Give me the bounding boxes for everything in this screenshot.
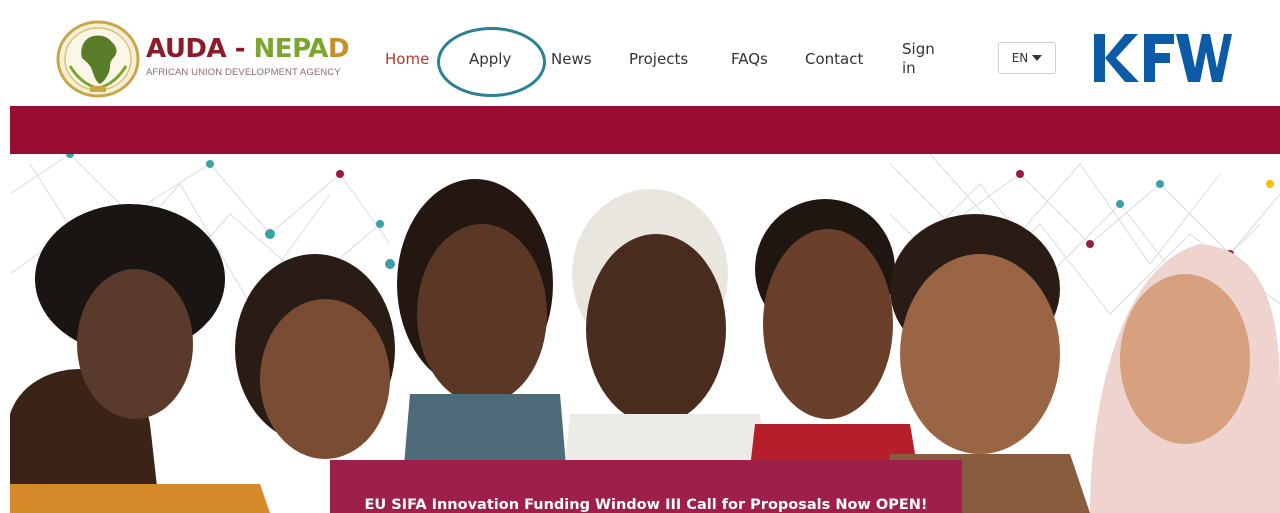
logo-title-separator: - — [226, 34, 254, 64]
banner-text: EU SIFA Innovation Funding Window III Ca… — [364, 497, 928, 513]
nav-apply[interactable]: Apply — [469, 50, 511, 68]
language-selector[interactable]: EN — [998, 42, 1056, 74]
language-selected: EN — [1011, 51, 1029, 65]
nav-home[interactable]: Home — [385, 50, 429, 68]
african-union-emblem-icon — [56, 20, 140, 98]
auda-nepad-logo[interactable]: AUDA - NEPAD AFRICAN UNION DEVELOPMENT A… — [56, 20, 366, 98]
nav-faqs[interactable]: FAQs — [731, 50, 768, 68]
kfw-logo-icon[interactable] — [1092, 28, 1232, 88]
nav-sign-in[interactable]: Sign in — [902, 40, 942, 78]
red-banner-band — [10, 106, 1280, 154]
nav-news[interactable]: News — [551, 50, 592, 68]
logo-title-nepa: NEPA — [253, 34, 329, 64]
logo-title-nepad: NEPAD — [253, 34, 350, 64]
nav-contact[interactable]: Contact — [805, 50, 863, 68]
chevron-down-icon — [1032, 55, 1043, 61]
logo-title: AUDA - NEPAD — [146, 34, 349, 64]
call-for-proposals-banner[interactable]: EU SIFA Innovation Funding Window III Ca… — [330, 460, 962, 513]
logo-title-d: D — [327, 34, 350, 64]
nav-projects[interactable]: Projects — [629, 50, 688, 68]
logo-subtitle: AFRICAN UNION DEVELOPMENT AGENCY — [146, 67, 341, 78]
logo-title-auda: AUDA — [146, 34, 227, 64]
site-header: AUDA - NEPAD AFRICAN UNION DEVELOPMENT A… — [0, 0, 1280, 106]
person-1 — [10, 204, 270, 513]
